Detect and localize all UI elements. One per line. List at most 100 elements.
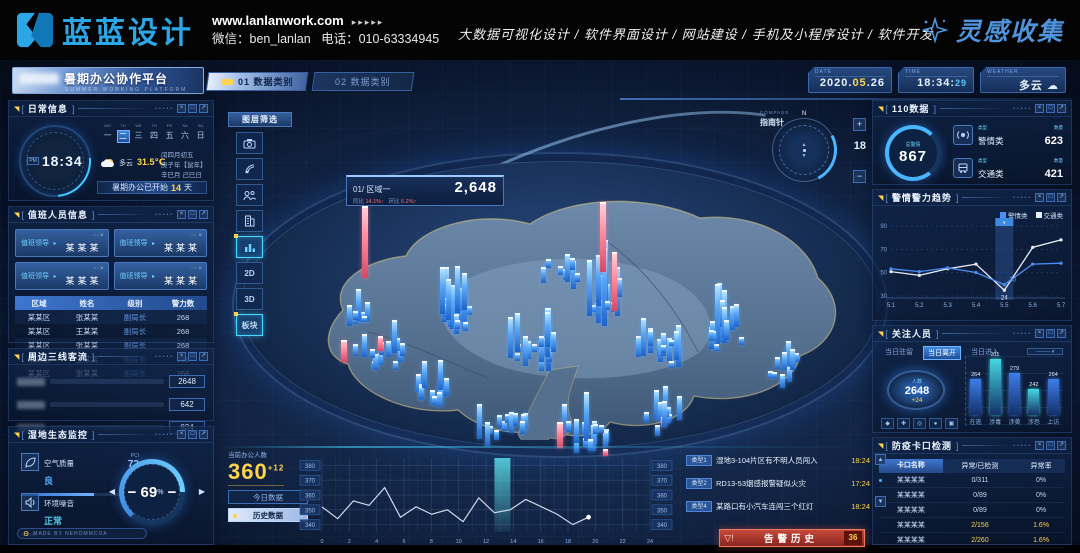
layer-button-barchart-icon[interactable] xyxy=(236,236,263,258)
window-control-icon[interactable]: ↗ xyxy=(1057,329,1066,338)
window-control-icon[interactable]: □ xyxy=(1046,104,1055,113)
tab-data-category-1[interactable]: 01 数据类别 xyxy=(206,72,309,91)
focus-tab[interactable]: 当日离开 xyxy=(923,346,961,360)
window-control-icon[interactable]: ↗ xyxy=(199,430,208,439)
checkpoint-row[interactable]: 某某某某 0/311 0% xyxy=(879,473,1065,488)
tool-icon[interactable]: ✚ xyxy=(897,418,910,429)
window-control-icon[interactable]: × xyxy=(177,210,186,219)
window-controls[interactable]: ×□↗ xyxy=(1035,441,1066,450)
window-controls[interactable]: ×□↗ xyxy=(177,430,208,439)
censored-label xyxy=(17,378,45,386)
alert-row[interactable]: 类型2 RD13-53烟感报警疑似火灾 17:24 xyxy=(686,475,870,492)
focus-tab[interactable]: 当日驻留 xyxy=(881,346,917,360)
duty-table-row[interactable]: 某某区王某某副局长268 xyxy=(15,324,207,338)
bar-filter-dropdown[interactable]: ——— ▾ xyxy=(1027,348,1063,355)
duty-leader-card[interactable]: 值班领导 ▸⋯ × 某某某 xyxy=(114,229,208,257)
summer-notice: 暑期办公已开始14天 xyxy=(97,181,207,194)
flow-row: 2648 xyxy=(9,375,213,388)
checkpoint-row[interactable]: 某某某某 0/89 0% xyxy=(879,503,1065,518)
zoom-out-button[interactable]: − xyxy=(853,170,866,183)
window-controls[interactable]: ×□↗ xyxy=(177,352,208,361)
alert-row[interactable]: 类型1 湿地3-104片区有不明人员闯入 18:24 xyxy=(686,452,870,469)
window-control-icon[interactable]: ↗ xyxy=(1057,104,1066,113)
layer-button-板块[interactable]: 板块 xyxy=(236,314,263,336)
window-control-icon[interactable]: × xyxy=(1035,104,1044,113)
tab-data-category-2[interactable]: 02 数据类别 xyxy=(312,72,415,91)
map-data-bar xyxy=(709,330,714,341)
duty-leader-card[interactable]: 值班领导 ▸⋯ × 某某某 xyxy=(15,262,109,290)
window-control-icon[interactable]: × xyxy=(1035,329,1044,338)
alert-history-banner[interactable]: ▽! 告警历史 36 xyxy=(719,529,865,547)
history-data-button[interactable]: 历史数据 xyxy=(228,508,308,522)
map-data-bar xyxy=(605,301,610,310)
window-control-icon[interactable]: ↗ xyxy=(199,352,208,361)
window-control-icon[interactable]: □ xyxy=(188,104,197,113)
layer-button-3D[interactable]: 3D xyxy=(236,288,263,310)
window-control-icon[interactable]: ↗ xyxy=(1057,193,1066,202)
window-control-icon[interactable]: × xyxy=(1035,193,1044,202)
alert-time: 17:24 xyxy=(851,479,870,488)
car-icon[interactable]: ◆ xyxy=(881,418,894,429)
scroll-up-button[interactable]: ▲ xyxy=(875,454,886,465)
map-data-bar xyxy=(378,336,383,351)
duty-leader-card[interactable]: 值班领导 ▸⋯ × 某某某 xyxy=(114,262,208,290)
window-control-icon[interactable]: × xyxy=(177,430,186,439)
compass-dial[interactable]: N ▲▼ xyxy=(772,118,836,182)
person-icon[interactable]: ● xyxy=(929,418,942,429)
map-data-bar xyxy=(677,396,682,420)
layer-button-users-icon[interactable] xyxy=(236,184,263,206)
total-alarm-gauge: 总警情867 xyxy=(885,125,941,181)
alert-scroll-controls[interactable]: ▲ ▼ xyxy=(875,454,886,507)
inspiration-collect[interactable]: 灵感收集 xyxy=(922,12,1064,48)
focus-category-icons[interactable]: ◆ ✚ ◎ ● ▣ xyxy=(881,418,958,429)
target-icon[interactable]: ◎ xyxy=(913,418,926,429)
svg-text:16: 16 xyxy=(538,539,544,545)
layer-button-camera-icon[interactable] xyxy=(236,132,263,154)
map-data-bar xyxy=(551,332,556,352)
checkpoint-row[interactable]: 某某某某 2/260 1.6% xyxy=(879,533,1065,548)
window-control-icon[interactable]: □ xyxy=(1046,193,1055,202)
window-control-icon[interactable]: ↗ xyxy=(1057,441,1066,450)
layer-button-signal-icon[interactable] xyxy=(236,158,263,180)
svg-text:30: 30 xyxy=(880,294,887,300)
svg-text:350: 350 xyxy=(657,508,668,514)
layer-button-2D[interactable]: 2D xyxy=(236,262,263,284)
window-controls[interactable]: ×□↗ xyxy=(177,104,208,113)
map-alert-bar xyxy=(557,422,563,448)
window-control-icon[interactable]: ↗ xyxy=(199,104,208,113)
layer-button-building-icon[interactable] xyxy=(236,210,263,232)
window-controls[interactable]: ×□↗ xyxy=(1035,329,1066,338)
window-control-icon[interactable]: □ xyxy=(1046,329,1055,338)
gauge-left-arrow[interactable]: ◀ xyxy=(109,487,115,496)
window-control-icon[interactable]: □ xyxy=(188,430,197,439)
window-controls[interactable]: ×□↗ xyxy=(1035,104,1066,113)
duty-table-row[interactable]: 某某区张某某副局长268 xyxy=(15,310,207,324)
window-control-icon[interactable]: × xyxy=(177,352,186,361)
website-link[interactable]: www.lanlanwork.com xyxy=(212,13,344,28)
window-controls[interactable]: ×□↗ xyxy=(177,210,208,219)
window-control-icon[interactable]: □ xyxy=(188,210,197,219)
checkpoint-row[interactable]: 某某某某 2/156 1.6% xyxy=(879,518,1065,533)
today-data-button[interactable]: 今日数据 xyxy=(228,490,308,504)
window-control-icon[interactable]: × xyxy=(1035,441,1044,450)
brand-logo[interactable]: 蓝蓝设计 xyxy=(16,8,194,52)
svg-text:350: 350 xyxy=(305,508,316,514)
services-list: 大数据可视化设计 / 软件界面设计 / 网站建设 / 手机及小程序设计 / 软件… xyxy=(458,24,933,43)
eye-icon[interactable]: ▣ xyxy=(945,418,958,429)
window-controls[interactable]: ×□↗ xyxy=(1035,193,1066,202)
zoom-in-button[interactable]: + xyxy=(853,118,866,131)
scroll-down-button[interactable]: ▼ xyxy=(875,496,886,507)
alarm-type-row: 类型警情类 数量623 xyxy=(953,125,1063,149)
svg-text:5.6: 5.6 xyxy=(1028,303,1037,309)
alert-row[interactable]: 类型4 某路口有小汽车连闯三个红灯 18:24 xyxy=(686,498,870,515)
humidity-gauge: − 69% − xyxy=(119,459,185,525)
duty-leader-card[interactable]: 值班领导 ▸⋯ × 某某某 xyxy=(15,229,109,257)
checkpoint-row[interactable]: 某某某某 0/89 0% xyxy=(879,488,1065,503)
window-control-icon[interactable]: × xyxy=(177,104,186,113)
weekday-su: SU日 xyxy=(194,123,207,143)
window-control-icon[interactable]: □ xyxy=(1046,441,1055,450)
window-control-icon[interactable]: □ xyxy=(188,352,197,361)
city-map[interactable] xyxy=(248,182,876,440)
window-control-icon[interactable]: ↗ xyxy=(199,210,208,219)
gauge-right-arrow[interactable]: ▶ xyxy=(199,487,205,496)
